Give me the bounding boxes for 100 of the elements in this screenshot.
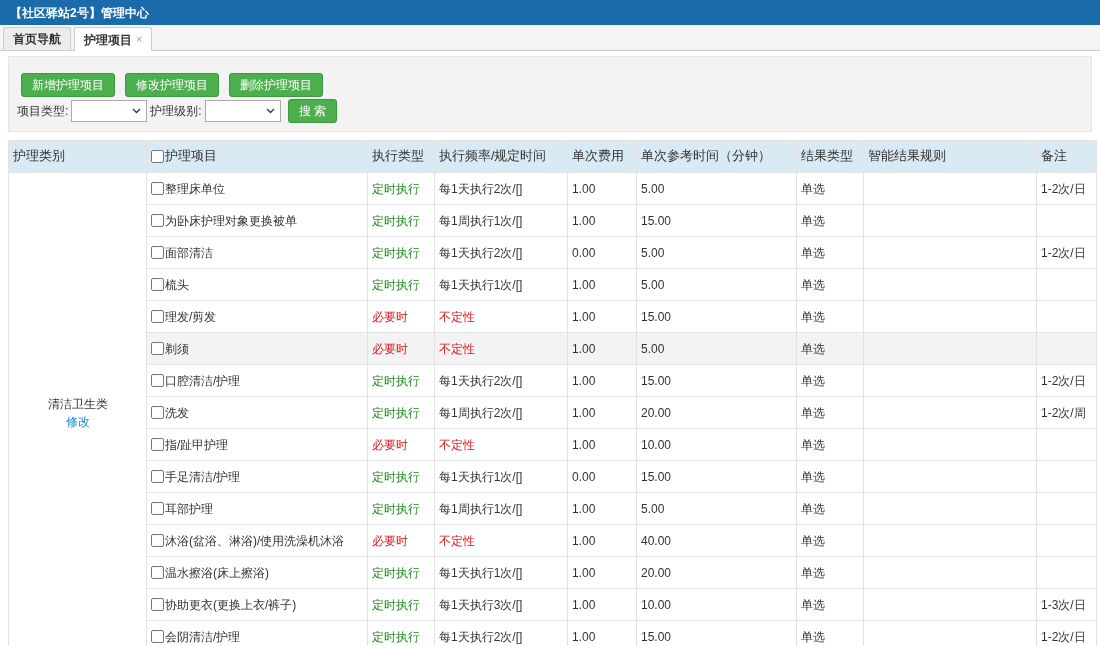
filter-select[interactable] <box>71 100 148 122</box>
checkbox[interactable] <box>151 406 164 419</box>
reference-time: 10.00 <box>641 597 672 612</box>
checkbox[interactable] <box>151 278 164 291</box>
item-cell[interactable]: 指/趾甲护理 <box>146 428 368 461</box>
checkbox[interactable] <box>151 470 164 483</box>
exec-type: 必要时 <box>372 341 408 356</box>
result-type: 单选 <box>801 565 825 580</box>
fee: 1.00 <box>572 341 596 356</box>
exec-type: 定时执行 <box>372 565 420 580</box>
checkbox[interactable] <box>151 342 164 355</box>
item-cell[interactable]: 口腔清洁/护理 <box>146 364 368 397</box>
fee: 1.00 <box>572 277 596 292</box>
result-type: 单选 <box>801 405 825 420</box>
header-text: 单次费用 <box>572 148 624 166</box>
filter-label: 项目类型: <box>17 103 69 120</box>
frequency: 不定性 <box>439 437 475 452</box>
reference-time: 15.00 <box>641 373 672 388</box>
exec-type: 定时执行 <box>372 245 420 260</box>
item-name: 剃须 <box>165 340 189 358</box>
exec-type: 定时执行 <box>372 373 420 388</box>
frequency: 每1周执行1次/[] <box>439 501 523 516</box>
checkbox[interactable] <box>151 182 164 195</box>
item-cell[interactable]: 为卧床护理对象更换被单 <box>146 204 368 237</box>
header-text: 执行频率/规定时间 <box>439 148 547 166</box>
checkbox[interactable] <box>151 310 164 323</box>
exec-type: 必要时 <box>372 309 408 324</box>
checkbox[interactable] <box>151 566 164 579</box>
checkbox[interactable] <box>151 150 164 163</box>
frequency: 每1周执行2次/[] <box>439 405 523 420</box>
header-text: 护理项目 <box>165 148 217 166</box>
result-type: 单选 <box>801 629 825 644</box>
item-cell[interactable]: 面部清洁 <box>146 236 368 269</box>
checkbox[interactable] <box>151 534 164 547</box>
item-cell[interactable]: 理发/剪发 <box>146 300 368 333</box>
filter-select[interactable] <box>204 100 281 122</box>
item-cell[interactable]: 整理床单位 <box>146 172 368 205</box>
frequency: 每1天执行2次/[] <box>439 629 523 644</box>
note: 1-2次/日 <box>1041 245 1086 260</box>
checkbox[interactable] <box>151 438 164 451</box>
item-cell[interactable]: 手足清洁/护理 <box>146 460 368 493</box>
reference-time: 15.00 <box>641 469 672 484</box>
reference-time: 5.00 <box>641 341 665 356</box>
reference-time: 15.00 <box>641 213 672 228</box>
item-cell[interactable]: 耳部护理 <box>146 492 368 525</box>
result-type: 单选 <box>801 213 825 228</box>
frequency: 每1天执行2次/[] <box>439 245 523 260</box>
frequency: 每1天执行1次/[] <box>439 277 523 292</box>
reference-time: 5.00 <box>641 181 665 196</box>
tab[interactable]: 首页导航 <box>3 27 71 50</box>
fee: 1.00 <box>572 373 596 388</box>
checkbox[interactable] <box>151 374 164 387</box>
tab[interactable]: 护理项目 × <box>74 27 153 51</box>
checkbox[interactable] <box>151 502 164 515</box>
header-text: 结果类型 <box>801 148 853 166</box>
result-type: 单选 <box>801 181 825 196</box>
checkbox[interactable] <box>151 630 164 643</box>
fee: 1.00 <box>572 309 596 324</box>
exec-type: 必要时 <box>372 437 408 452</box>
item-name: 会阴清洁/护理 <box>165 628 241 646</box>
item-name: 指/趾甲护理 <box>165 436 229 454</box>
note: 1-2次/日 <box>1041 373 1086 388</box>
exec-type: 定时执行 <box>372 469 420 484</box>
header-text: 备注 <box>1041 148 1067 166</box>
checkbox[interactable] <box>151 246 164 259</box>
chevron-down-icon <box>265 108 275 114</box>
checkbox[interactable] <box>151 598 164 611</box>
exec-type: 定时执行 <box>372 629 420 644</box>
frequency: 每1天执行1次/[] <box>439 469 523 484</box>
header-text: 单次参考时间（分钟） <box>641 148 771 166</box>
item-cell[interactable]: 梳头 <box>146 268 368 301</box>
result-type: 单选 <box>801 501 825 516</box>
item-cell[interactable]: 剃须 <box>146 332 368 365</box>
reference-time: 15.00 <box>641 309 672 324</box>
checkbox[interactable] <box>151 214 164 227</box>
item-cell[interactable]: 洗发 <box>146 396 368 429</box>
item-cell[interactable]: 温水擦浴(床上擦浴) <box>146 556 368 589</box>
exec-type: 定时执行 <box>372 597 420 612</box>
item-name: 口腔清洁/护理 <box>165 372 241 390</box>
fee: 1.00 <box>572 181 596 196</box>
item-name: 面部清洁 <box>165 244 213 262</box>
item-name: 梳头 <box>165 276 189 294</box>
frequency: 不定性 <box>439 533 475 548</box>
reference-time: 40.00 <box>641 533 672 548</box>
item-name: 温水擦浴(床上擦浴) <box>165 564 269 582</box>
edit-link[interactable]: 修改 <box>65 412 90 431</box>
item-name: 协助更衣(更换上衣/裤子) <box>165 596 297 614</box>
reference-time: 5.00 <box>641 501 665 516</box>
frequency: 每1天执行3次/[] <box>439 597 523 612</box>
result-type: 单选 <box>801 245 825 260</box>
item-cell[interactable]: 协助更衣(更换上衣/裤子) <box>146 588 368 621</box>
fee: 0.00 <box>572 469 596 484</box>
exec-type: 定时执行 <box>372 501 420 516</box>
item-cell[interactable]: 沐浴(盆浴、淋浴)/使用洗澡机沐浴 <box>146 524 368 557</box>
item-name: 洗发 <box>165 404 189 422</box>
result-type: 单选 <box>801 533 825 548</box>
reference-time: 5.00 <box>641 277 665 292</box>
exec-type: 定时执行 <box>372 213 420 228</box>
note: 1-2次/周 <box>1041 405 1086 420</box>
note: 1-2次/日 <box>1041 629 1086 644</box>
